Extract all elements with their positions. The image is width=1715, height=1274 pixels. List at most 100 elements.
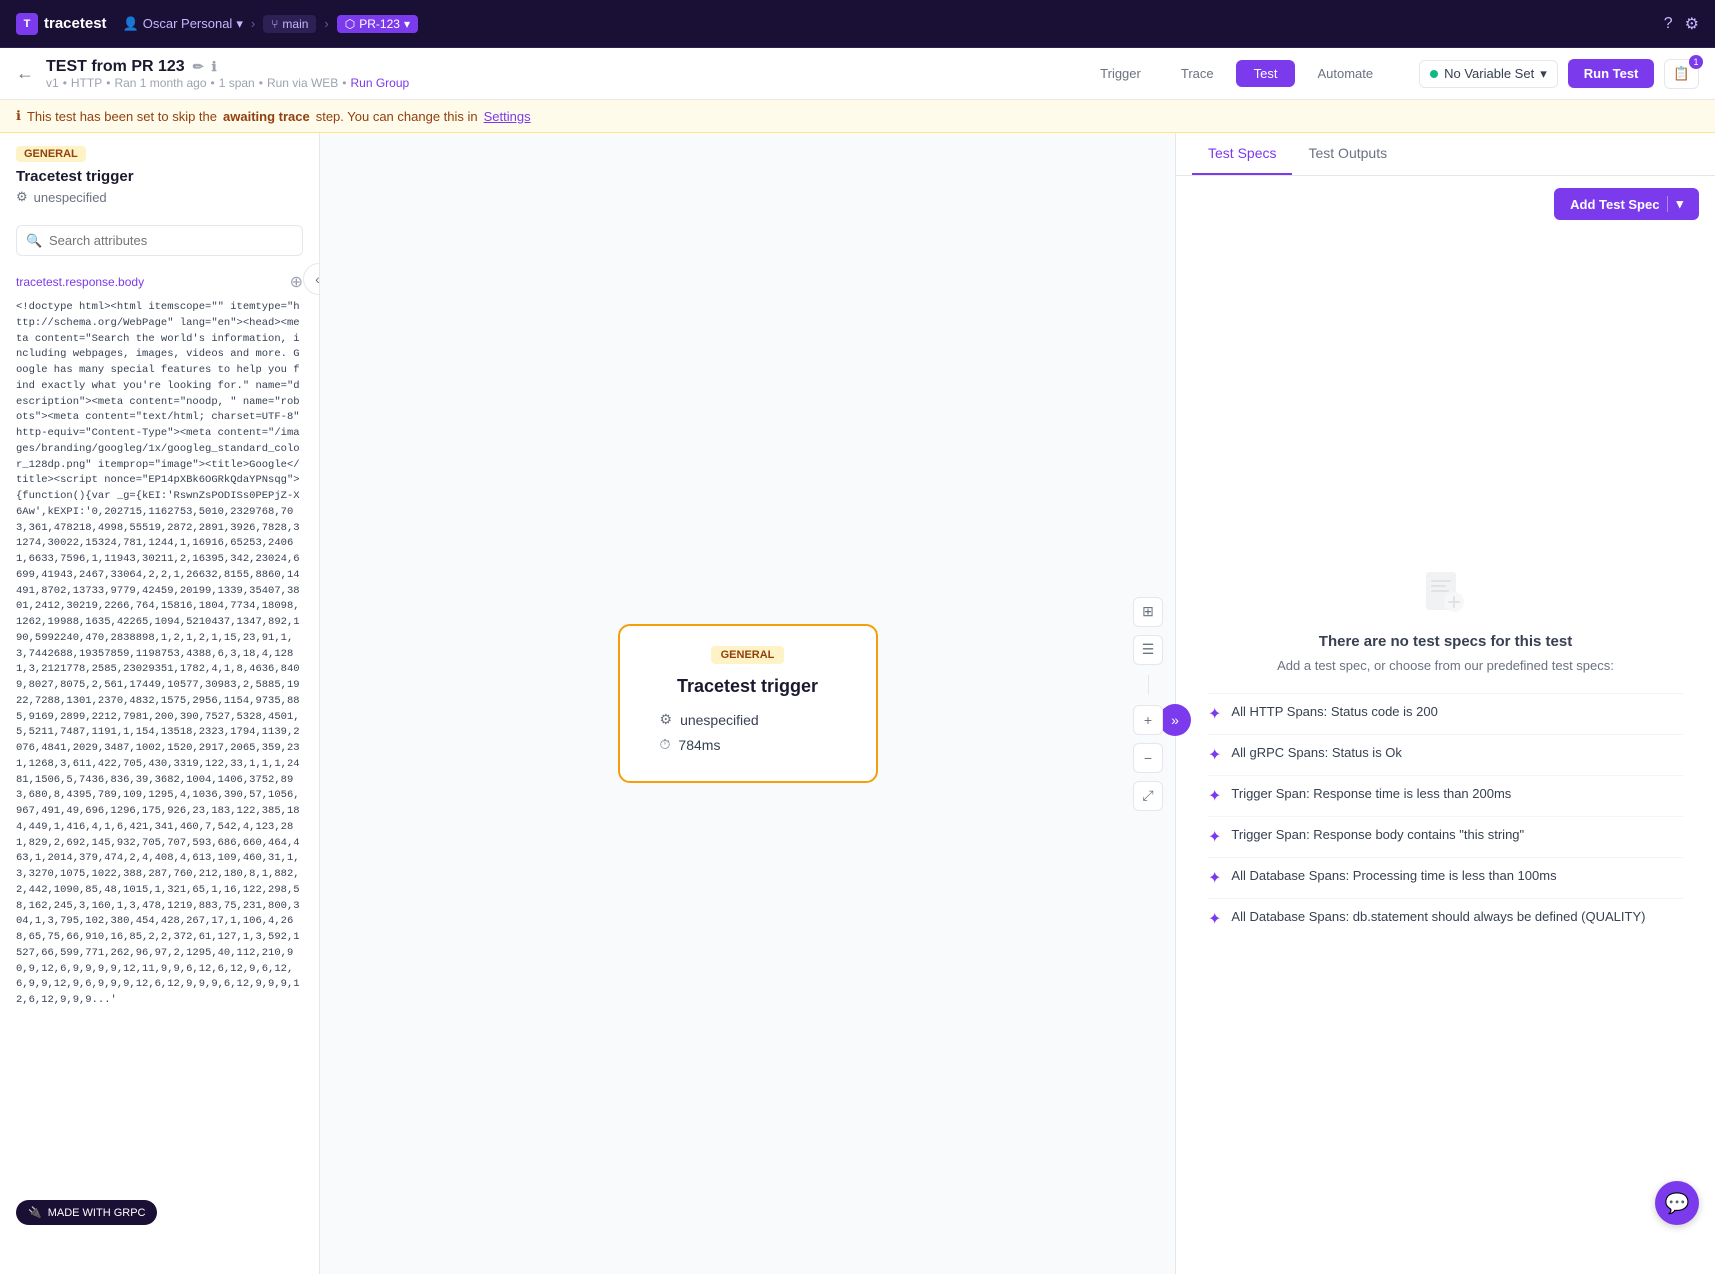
table-icon[interactable]: ⊞: [1133, 597, 1163, 627]
add-test-spec-button[interactable]: Add Test Spec ▾: [1554, 188, 1699, 220]
card-row2-text: 784ms: [678, 737, 720, 753]
pr-label: PR-123: [359, 17, 400, 31]
info-text-before: This test has been set to skip the: [27, 109, 217, 124]
test-title-row: TEST from PR 123 ✏ ℹ: [46, 58, 409, 76]
branch-badge[interactable]: ⑂ main: [263, 15, 316, 33]
card-gear-icon: ⚙: [660, 711, 673, 728]
suggestion-item-6[interactable]: ✦ All Database Spans: db.statement shoul…: [1208, 898, 1683, 939]
made-with-badge: 🔌 MADE WITH GRPC: [16, 1200, 157, 1225]
settings-link[interactable]: Settings: [484, 109, 531, 124]
variable-set-selector[interactable]: No Variable Set ▾: [1419, 60, 1558, 88]
user-icon: 👤: [123, 16, 139, 32]
chat-icon: 💬: [1665, 1191, 1690, 1216]
search-input[interactable]: [16, 225, 303, 256]
right-panel-tabs: Test Specs Test Outputs: [1176, 133, 1715, 176]
version: v1: [46, 76, 59, 90]
made-with-text: MADE WITH GRPC: [48, 1207, 146, 1219]
edit-icon[interactable]: ✏: [193, 59, 204, 75]
top-nav: T tracetest 👤 Oscar Personal ▾ › ⑂ main …: [0, 0, 1715, 48]
trace-card: GENERAL Tracetest trigger ⚙ unespecified…: [618, 624, 878, 783]
settings-button[interactable]: ⚙: [1685, 14, 1699, 34]
suggestion-text-5: All Database Spans: Processing time is l…: [1231, 868, 1556, 883]
suggestion-text-3: Trigger Span: Response time is less than…: [1231, 786, 1511, 801]
info-highlight: awaiting trace: [223, 109, 310, 124]
card-badge: GENERAL: [711, 646, 785, 664]
left-panel: GENERAL Tracetest trigger ⚙ unespecified…: [0, 133, 320, 1274]
suggestion-item-3[interactable]: ✦ Trigger Span: Response time is less th…: [1208, 775, 1683, 816]
add-spec-dropdown-icon: ▾: [1667, 196, 1683, 212]
export-icon: 📋: [1673, 66, 1690, 81]
tab-test[interactable]: Test: [1236, 60, 1296, 87]
list-icon[interactable]: ☰: [1133, 635, 1163, 665]
sub-header: ← TEST from PR 123 ✏ ℹ v1 • HTTP • Ran 1…: [0, 48, 1715, 100]
expand-right-button[interactable]: »: [1159, 704, 1191, 736]
dot1: •: [63, 76, 67, 90]
tab-automate[interactable]: Automate: [1299, 60, 1391, 87]
code-content: <!doctype html><html itemscope="" itemty…: [0, 296, 319, 1013]
search-box: 🔍: [16, 225, 303, 256]
empty-title: There are no test specs for this test: [1319, 633, 1572, 650]
breadcrumb-sep2: ›: [324, 16, 328, 31]
test-meta: v1 • HTTP • Ran 1 month ago • 1 span • R…: [46, 76, 409, 90]
gem-icon-1: ✦: [1208, 704, 1221, 724]
gear-icon: ⚙: [16, 189, 28, 205]
info-text-after: step. You can change this in: [316, 109, 478, 124]
pr-icon: ⬡: [345, 17, 355, 31]
info-bar: ℹ This test has been set to skip the awa…: [0, 100, 1715, 133]
chevron-down-icon: ▾: [236, 16, 243, 32]
info-icon: ℹ: [16, 108, 21, 124]
status-dot: [1430, 70, 1438, 78]
center-panel: GENERAL Tracetest trigger ⚙ unespecified…: [320, 133, 1175, 1274]
zoom-in-icon[interactable]: +: [1133, 705, 1163, 735]
pr-chevron-icon: ▾: [404, 17, 410, 31]
run-test-button[interactable]: Run Test: [1568, 59, 1655, 88]
run-group-link[interactable]: Run Group: [351, 76, 410, 90]
spans-count: 1 span: [219, 76, 255, 90]
nav-breadcrumb: 👤 Oscar Personal ▾ › ⑂ main › ⬡ PR-123 ▾: [123, 15, 418, 33]
suggestion-text-2: All gRPC Spans: Status is Ok: [1231, 745, 1402, 760]
suggestion-item-4[interactable]: ✦ Trigger Span: Response body contains "…: [1208, 816, 1683, 857]
header-right: No Variable Set ▾ Run Test 📋 1: [1419, 59, 1699, 89]
ran-time: Ran 1 month ago: [114, 76, 206, 90]
general-badge: GENERAL: [16, 146, 86, 162]
add-attr-icon[interactable]: ⊕: [290, 272, 303, 292]
made-with-icon: 🔌: [28, 1206, 42, 1219]
info-icon[interactable]: ℹ: [212, 59, 217, 75]
fit-icon[interactable]: ⤢: [1133, 781, 1163, 811]
dot4: •: [259, 76, 263, 90]
help-button[interactable]: ?: [1664, 15, 1673, 33]
tab-trace[interactable]: Trace: [1163, 60, 1232, 87]
suggestion-text-6: All Database Spans: db.statement should …: [1231, 909, 1645, 924]
suggestion-text-4: Trigger Span: Response body contains "th…: [1231, 827, 1524, 842]
chat-button[interactable]: 💬: [1655, 1181, 1699, 1225]
back-button[interactable]: ←: [16, 63, 34, 84]
pr-badge[interactable]: ⬡ PR-123 ▾: [337, 15, 418, 33]
user-label[interactable]: Oscar Personal: [143, 16, 233, 31]
test-title-text: TEST from PR 123: [46, 58, 185, 76]
panel-title: Tracetest trigger: [16, 168, 303, 185]
zoom-out-icon[interactable]: −: [1133, 743, 1163, 773]
dot5: •: [342, 76, 346, 90]
empty-state: There are no test specs for this test Ad…: [1176, 232, 1715, 1274]
export-button[interactable]: 📋 1: [1664, 59, 1699, 89]
suggestion-item-2[interactable]: ✦ All gRPC Spans: Status is Ok: [1208, 734, 1683, 775]
tab-test-outputs[interactable]: Test Outputs: [1292, 133, 1403, 175]
right-panel-toolbar: Add Test Spec ▾: [1176, 176, 1715, 232]
main-layout: GENERAL Tracetest trigger ⚙ unespecified…: [0, 133, 1715, 1274]
logo-icon: T: [16, 13, 38, 35]
variable-set-label: No Variable Set: [1444, 66, 1534, 81]
tab-test-specs[interactable]: Test Specs: [1192, 133, 1292, 175]
suggestion-item-5[interactable]: ✦ All Database Spans: Processing time is…: [1208, 857, 1683, 898]
gem-icon-2: ✦: [1208, 745, 1221, 765]
card-title: Tracetest trigger: [660, 676, 836, 697]
badge-count: 1: [1689, 55, 1703, 69]
panel-sub-text: unespecified: [34, 190, 107, 205]
card-row-2: ⏱ 784ms: [660, 736, 836, 753]
tab-trigger[interactable]: Trigger: [1082, 60, 1159, 87]
card-row1-text: unespecified: [680, 712, 759, 728]
suggestion-item-1[interactable]: ✦ All HTTP Spans: Status code is 200: [1208, 693, 1683, 734]
chevron-down-icon: ▾: [1540, 66, 1547, 82]
logo: T tracetest: [16, 13, 107, 35]
left-panel-header: GENERAL Tracetest trigger ⚙ unespecified: [0, 133, 319, 217]
attr-label-text: tracetest.response.body: [16, 275, 144, 289]
